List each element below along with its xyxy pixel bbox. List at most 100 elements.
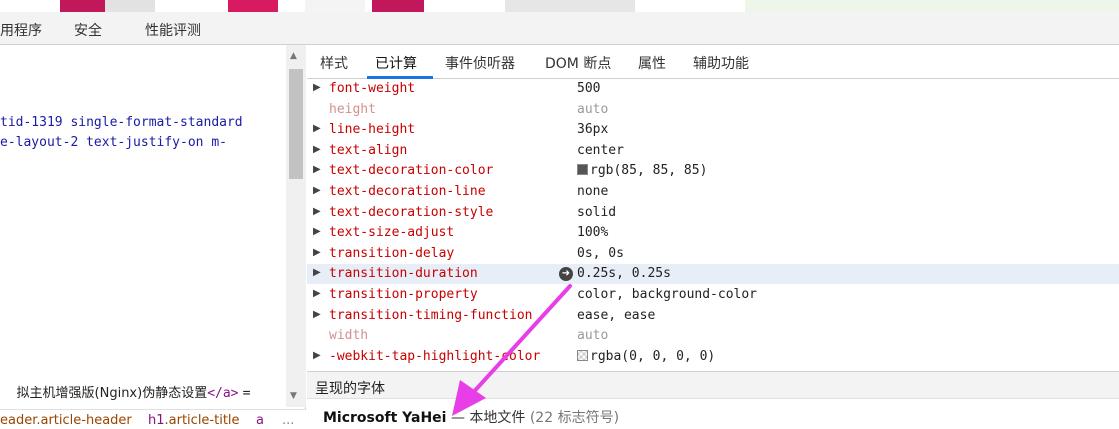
dom-close-tag: </a> <box>207 386 239 401</box>
font-glyph-count: (22 标志符号) <box>529 410 620 426</box>
computed-property-row[interactable]: ▶ transition-duration ➜ 0.25s, 0.25s <box>307 264 1119 285</box>
computed-property-row[interactable]: ▶ font-weight 500 <box>307 79 1119 99</box>
expand-triangle-icon[interactable]: ▶ <box>313 82 321 93</box>
property-value-text: 36px <box>577 122 609 138</box>
property-value-text: rgba(0, 0, 0, 0) <box>590 348 716 364</box>
expand-triangle-icon[interactable]: ▶ <box>313 144 321 155</box>
property-value-text: none <box>577 184 609 199</box>
expand-triangle-icon[interactable]: ▶ <box>313 267 321 278</box>
property-value-text: 100% <box>577 225 609 241</box>
tab-performance[interactable]: 性能评测 <box>145 20 201 40</box>
property-value-text: 0.25s, 0.25s <box>577 266 671 282</box>
thumbnail-image <box>372 0 424 12</box>
property-name: text-align <box>329 142 408 158</box>
property-value: auto <box>577 102 608 117</box>
font-separator: — <box>450 410 465 426</box>
property-name: text-decoration-line <box>329 184 486 199</box>
property-value-text: 500 <box>577 81 601 96</box>
color-swatch-icon[interactable] <box>577 349 588 361</box>
computed-property-row[interactable]: ▶ transition-property color, background-co… <box>307 285 1119 305</box>
property-name: text-decoration-color <box>329 163 494 179</box>
property-name: font-weight <box>329 81 416 96</box>
property-value-text: 0s, 0s <box>577 245 624 261</box>
property-value: ease, ease <box>577 308 655 323</box>
tab-dom-breakpoints[interactable]: DOM 断点 <box>545 53 611 73</box>
property-name: transition-property <box>329 287 478 302</box>
thumbnail-image <box>60 0 105 12</box>
property-name: height <box>329 101 376 117</box>
thumbnail-image <box>505 0 635 12</box>
styles-panel: 样式 已计算 事件侦听器 DOM 断点 属性 辅助功能 ▶ font-weight… <box>307 45 1119 429</box>
computed-property-row[interactable]: ▶ text-decoration-style solid <box>307 203 1119 223</box>
computed-property-row[interactable]: width auto <box>307 326 1119 346</box>
property-name: transition-timing-function <box>329 307 533 323</box>
property-value: solid <box>577 205 616 220</box>
tab-event-listeners[interactable]: 事件侦听器 <box>445 53 515 73</box>
expand-triangle-icon[interactable]: ▶ <box>313 206 321 217</box>
thumbnail-image <box>105 0 155 12</box>
property-value: 0.25s, 0.25s <box>577 266 671 281</box>
dom-breadcrumb: eader.article-header h1.article-title a … <box>0 409 306 429</box>
expand-triangle-icon[interactable]: ▶ <box>313 288 321 299</box>
tab-computed[interactable]: 已计算 <box>375 53 417 73</box>
computed-property-row[interactable]: ▶ text-size-adjust 100% <box>307 223 1119 243</box>
property-value: color, background-color <box>577 287 757 302</box>
expand-triangle-icon[interactable]: ▶ <box>313 123 321 134</box>
tab-security[interactable]: 安全 <box>74 20 102 40</box>
styles-subtabbar: 样式 已计算 事件侦听器 DOM 断点 属性 辅助功能 <box>307 45 1119 79</box>
computed-property-row[interactable]: ▶ transition-timing-function ease, ease <box>307 306 1119 326</box>
expand-triangle-icon[interactable]: ▶ <box>313 164 321 175</box>
color-swatch-icon[interactable] <box>577 164 588 176</box>
property-name: text-size-adjust <box>329 225 455 241</box>
property-name: text-decoration-style <box>329 204 494 220</box>
computed-property-row[interactable]: ▶ line-height 36px <box>307 120 1119 140</box>
property-value: center <box>577 143 624 158</box>
computed-property-row[interactable]: height auto <box>307 100 1119 120</box>
breadcrumb-more[interactable]: ... <box>282 413 294 428</box>
property-value: auto <box>577 328 608 343</box>
dom-scrollbar-thumb[interactable] <box>289 69 303 179</box>
scroll-down-icon[interactable]: ▼ <box>290 391 297 401</box>
devtools-main-tabbar: 用程序 安全 性能评测 <box>0 12 1119 45</box>
expand-triangle-icon[interactable]: ▶ <box>313 350 321 361</box>
breadcrumb-item[interactable]: eader.article-header <box>0 413 132 428</box>
property-value: none <box>577 184 608 199</box>
expand-triangle-icon[interactable]: ▶ <box>313 226 321 237</box>
dom-equals-marker: = <box>242 386 251 401</box>
breadcrumb-item[interactable]: a <box>256 413 264 428</box>
expand-triangle-icon[interactable]: ▶ <box>313 185 321 196</box>
computed-property-row[interactable]: ▶ -webkit-tap-highlight-color rgba(0, 0, 0… <box>307 347 1119 367</box>
thumbnail-image <box>228 0 278 12</box>
rendered-fonts-title: 呈现的字体 <box>315 381 385 397</box>
dom-attribute-line[interactable]: e-layout-2 text-justify-on m- <box>0 135 227 150</box>
expand-triangle-icon[interactable]: ▶ <box>313 309 321 320</box>
elements-dom-panel: tid-1319 single-format-standard e-layout… <box>0 45 306 429</box>
dom-attribute-line[interactable]: tid-1319 single-format-standard <box>0 115 243 130</box>
expand-triangle-icon[interactable]: ▶ <box>313 247 321 258</box>
rendered-fonts-header[interactable]: 呈现的字体 <box>307 371 1119 399</box>
property-value: rgb(85, 85, 85) <box>577 163 707 178</box>
tab-properties[interactable]: 属性 <box>638 53 666 73</box>
font-name: Microsoft YaHei <box>323 410 447 426</box>
computed-property-row[interactable]: ▶ transition-delay 0s, 0s <box>307 244 1119 264</box>
property-name: line-height <box>329 122 416 138</box>
property-value-text: auto <box>577 101 609 117</box>
banner-image <box>745 0 1119 12</box>
scroll-up-icon[interactable]: ▲ <box>290 51 297 61</box>
goto-definition-icon[interactable]: ➜ <box>559 267 573 282</box>
computed-property-row[interactable]: ▶ text-decoration-line none <box>307 182 1119 202</box>
breadcrumb-item[interactable]: h1.article-title <box>148 413 240 428</box>
property-value: 100% <box>577 225 608 240</box>
computed-property-row[interactable]: ▶ text-decoration-color rgb(85, 85, 85) <box>307 161 1119 181</box>
rendered-font-entry: Microsoft YaHei — 本地文件 (22 标志符号) <box>323 407 619 427</box>
property-value: rgba(0, 0, 0, 0) <box>577 349 715 364</box>
tab-styles[interactable]: 样式 <box>320 53 348 73</box>
property-value-text: center <box>577 142 624 158</box>
tab-accessibility[interactable]: 辅助功能 <box>693 53 749 73</box>
property-name: transition-delay <box>329 245 455 261</box>
property-value: 0s, 0s <box>577 246 624 261</box>
property-value: 36px <box>577 122 608 137</box>
tab-application[interactable]: 用程序 <box>0 20 42 40</box>
font-source: 本地文件 <box>469 410 526 426</box>
computed-property-row[interactable]: ▶ text-align center <box>307 141 1119 161</box>
